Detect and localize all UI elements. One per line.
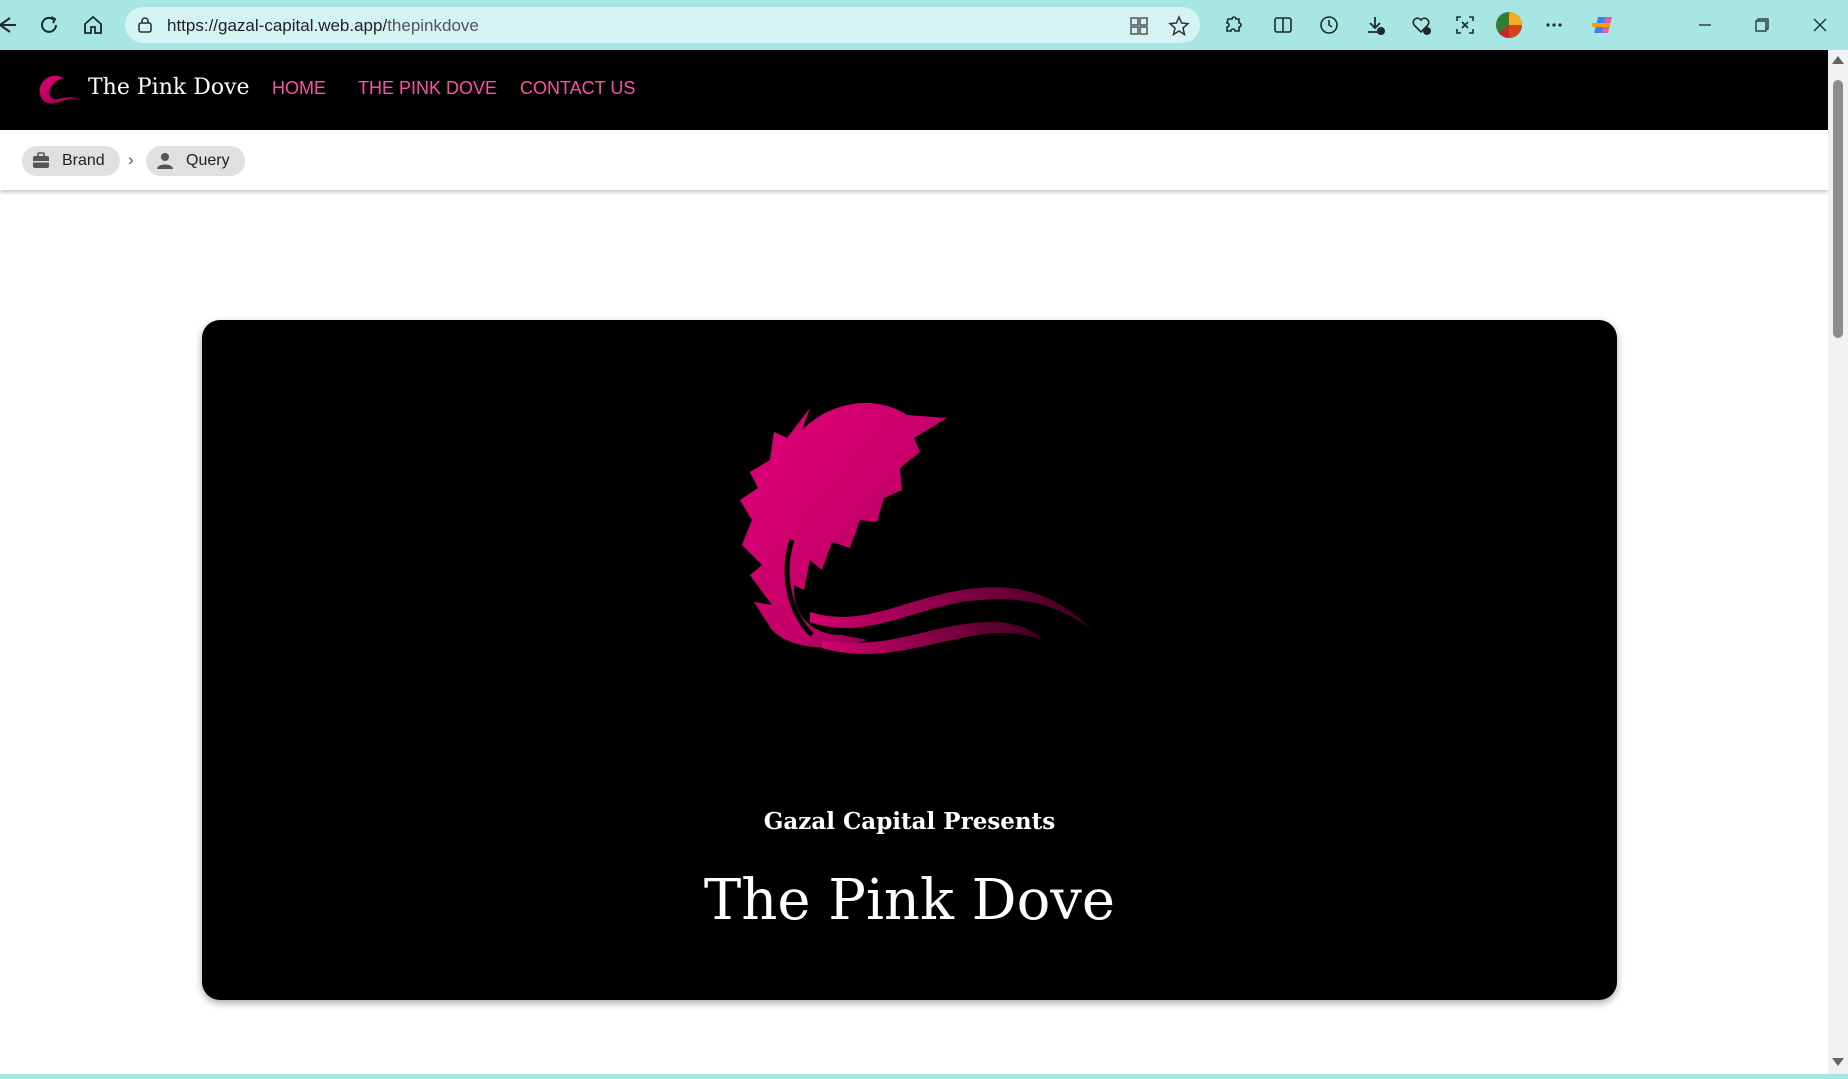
site-navbar: The Pink Dove HOME THE PINK DOVE CONTACT…	[0, 50, 1828, 130]
back-icon[interactable]	[0, 10, 22, 40]
breadcrumb-query-label: Query	[186, 152, 230, 169]
breadcrumb-brand-label: Brand	[62, 152, 105, 169]
more-options-icon[interactable]	[1539, 10, 1569, 40]
breadcrumb-query[interactable]: Query	[146, 146, 245, 176]
browser-essentials-icon[interactable]	[1406, 10, 1436, 40]
hero-card: Gazal Capital Presents The Pink Dove	[202, 320, 1617, 1000]
scroll-up-icon[interactable]	[1832, 56, 1844, 64]
hero-title: The Pink Dove	[703, 868, 1116, 933]
home-icon[interactable]	[78, 10, 108, 40]
person-icon	[157, 153, 173, 169]
pink-feather-logo	[740, 403, 1092, 654]
page-viewport: The Pink Dove HOME THE PINK DOVE CONTACT…	[0, 50, 1828, 1074]
history-icon[interactable]	[1314, 10, 1344, 40]
nav-contact-us[interactable]: CONTACT US	[520, 78, 635, 99]
extensions-icon[interactable]	[1218, 10, 1248, 40]
window-bottom-edge	[0, 1074, 1848, 1079]
breadcrumb-brand[interactable]: Brand	[22, 146, 120, 176]
downloads-icon[interactable]	[1360, 10, 1390, 40]
copilot-icon[interactable]	[1587, 10, 1617, 40]
profile-avatar[interactable]	[1494, 10, 1524, 40]
briefcase-icon	[33, 152, 49, 168]
screenshot-icon[interactable]	[1450, 10, 1480, 40]
nav-the-pink-dove[interactable]: THE PINK DOVE	[358, 78, 497, 99]
nav-home[interactable]: HOME	[272, 78, 326, 99]
favorite-star-icon[interactable]	[1168, 15, 1190, 37]
browser-toolbar: https://gazal-capital.web.app/thepinkdov…	[0, 0, 1848, 50]
hero-presents: Gazal Capital Presents	[763, 808, 1056, 835]
close-icon[interactable]	[1805, 10, 1835, 40]
split-screen-icon[interactable]	[1268, 10, 1298, 40]
brand-feather-icon[interactable]	[34, 72, 82, 108]
site-info-icon[interactable]	[135, 15, 155, 35]
breadcrumb: Brand › Query	[0, 130, 1828, 190]
brand-name[interactable]: The Pink Dove	[88, 75, 250, 100]
page-scrollbar[interactable]	[1828, 50, 1848, 1074]
url-text[interactable]: https://gazal-capital.web.app/thepinkdov…	[167, 16, 479, 36]
breadcrumb-separator: ›	[128, 150, 134, 169]
refresh-icon[interactable]	[34, 10, 64, 40]
address-bar[interactable]: https://gazal-capital.web.app/thepinkdov…	[125, 7, 1200, 43]
scrollbar-thumb[interactable]	[1833, 80, 1843, 338]
app-available-icon[interactable]	[1128, 15, 1150, 37]
minimize-icon[interactable]	[1690, 10, 1720, 40]
scroll-down-icon[interactable]	[1832, 1058, 1844, 1066]
restore-icon[interactable]	[1747, 10, 1777, 40]
